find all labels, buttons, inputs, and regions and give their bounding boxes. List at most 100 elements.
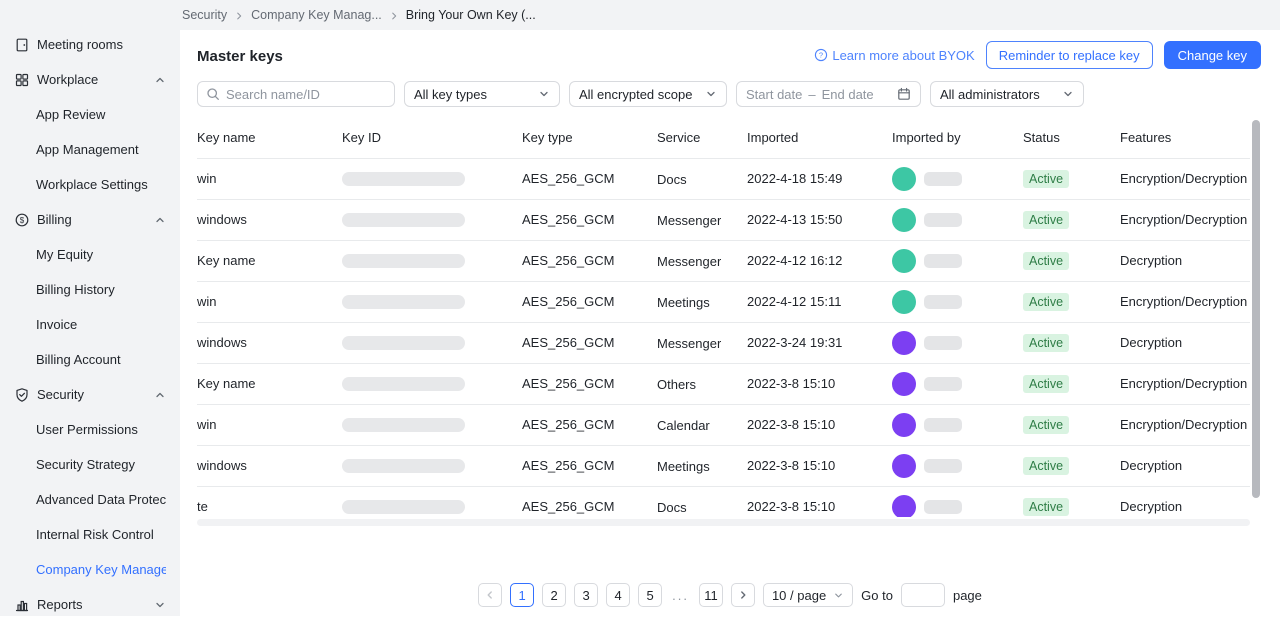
chevron-up-icon[interactable] bbox=[154, 74, 166, 86]
horizontal-scrollbar[interactable] bbox=[197, 519, 1250, 526]
page-button-2[interactable]: 2 bbox=[542, 583, 566, 607]
service-value: Calendar bbox=[657, 418, 710, 433]
table-row[interactable]: windowsAES_256_GCMMessenger2022-3-24 19:… bbox=[197, 322, 1250, 363]
key-name-value: windows bbox=[197, 212, 247, 227]
sidebar-nav: Meeting rooms Workplace App ReviewApp Mana… bbox=[0, 0, 180, 622]
avatar bbox=[892, 249, 916, 273]
billing-dollar-icon: $ bbox=[14, 212, 30, 228]
meeting-rooms-icon bbox=[14, 37, 30, 53]
breadcrumb-item-security[interactable]: Security bbox=[182, 8, 227, 22]
redacted-name-bar bbox=[924, 418, 962, 432]
date-separator: – bbox=[808, 87, 815, 102]
sidebar-item-workplace-settings[interactable]: Workplace Settings bbox=[0, 167, 180, 202]
vertical-scrollbar-thumb[interactable] bbox=[1252, 120, 1260, 498]
table-row[interactable]: Key nameAES_256_GCMOthers2022-3-8 15:10A… bbox=[197, 363, 1250, 404]
key-id-cell bbox=[342, 363, 522, 404]
key-types-select[interactable]: All key types bbox=[404, 81, 560, 107]
imported-by-cell bbox=[892, 158, 1023, 199]
features-value: Encryption/Decryption bbox=[1120, 294, 1247, 309]
status-cell: Active bbox=[1023, 199, 1120, 240]
reports-chart-icon bbox=[14, 597, 30, 613]
sidebar-item-label: Billing bbox=[37, 212, 154, 227]
chevron-down-icon bbox=[705, 88, 717, 100]
column-header-service: Service bbox=[657, 118, 747, 158]
key-type-value: AES_256_GCM bbox=[522, 499, 615, 514]
change-key-button[interactable]: Change key bbox=[1164, 41, 1261, 69]
sidebar-item-reports[interactable]: Reports bbox=[0, 587, 180, 622]
sidebar-item-security-strategy[interactable]: Security Strategy bbox=[0, 447, 180, 482]
chevron-up-icon[interactable] bbox=[154, 389, 166, 401]
service-value: Meetings bbox=[657, 295, 710, 310]
vertical-scrollbar[interactable] bbox=[1252, 118, 1260, 517]
sidebar-item-billing-account[interactable]: Billing Account bbox=[0, 342, 180, 377]
next-page-button[interactable] bbox=[731, 583, 755, 607]
table-row[interactable]: winAES_256_GCMCalendar2022-3-8 15:10Acti… bbox=[197, 404, 1250, 445]
sidebar-item-company-key-manage[interactable]: Company Key Manage... bbox=[0, 552, 180, 587]
page-button-4[interactable]: 4 bbox=[606, 583, 630, 607]
page-button-11[interactable]: 11 bbox=[699, 583, 723, 607]
status-badge: Active bbox=[1023, 457, 1069, 475]
sidebar-item-advanced-data-protecti[interactable]: Advanced Data Protecti... bbox=[0, 482, 180, 517]
breadcrumb-item-company-key-manag[interactable]: Company Key Manag... bbox=[251, 8, 382, 22]
date-range-picker[interactable]: Start date – End date bbox=[736, 81, 921, 107]
imported-value: 2022-4-13 15:50 bbox=[747, 212, 842, 227]
chevron-up-icon[interactable] bbox=[154, 214, 166, 226]
pagination-ellipsis[interactable]: ... bbox=[670, 588, 691, 603]
service-value: Docs bbox=[657, 500, 687, 515]
sidebar-item-label: Internal Risk Control bbox=[36, 527, 166, 542]
chevron-down-icon bbox=[833, 590, 844, 601]
column-header-key-type: Key type bbox=[522, 118, 657, 158]
previous-page-button[interactable] bbox=[478, 583, 502, 607]
page-button-1[interactable]: 1 bbox=[510, 583, 534, 607]
avatar bbox=[892, 413, 916, 437]
sidebar-item-user-permissions[interactable]: User Permissions bbox=[0, 412, 180, 447]
status-cell: Active bbox=[1023, 158, 1120, 199]
search-input[interactable] bbox=[226, 87, 386, 102]
sidebar-item-label: Workplace bbox=[37, 72, 154, 87]
redacted-key-id-bar bbox=[342, 295, 465, 309]
table-row[interactable]: windowsAES_256_GCMMessenger2022-4-13 15:… bbox=[197, 199, 1250, 240]
sidebar-item-label: Security bbox=[37, 387, 154, 402]
chevron-down-icon[interactable] bbox=[154, 599, 166, 611]
key-name-value: Key name bbox=[197, 253, 256, 268]
search-box[interactable] bbox=[197, 81, 395, 107]
sidebar-item-internal-risk-control[interactable]: Internal Risk Control bbox=[0, 517, 180, 552]
status-cell: Active bbox=[1023, 445, 1120, 486]
sidebar-item-meeting-rooms[interactable]: Meeting rooms bbox=[0, 27, 180, 62]
learn-more-byok-link[interactable]: ? Learn more about BYOK bbox=[814, 48, 974, 63]
main-content: Master keys ? Learn more about BYOK Remi… bbox=[180, 30, 1280, 616]
features-cell: Encryption/Decryption bbox=[1120, 281, 1250, 322]
end-date-placeholder: End date bbox=[822, 87, 874, 102]
sidebar-item-workplace[interactable]: Workplace bbox=[0, 62, 180, 97]
imported-value: 2022-3-8 15:10 bbox=[747, 458, 835, 473]
sidebar-item-invoice[interactable]: Invoice bbox=[0, 307, 180, 342]
page-button-3[interactable]: 3 bbox=[574, 583, 598, 607]
imported-cell: 2022-3-8 15:10 bbox=[747, 445, 892, 486]
table-row[interactable]: winAES_256_GCMMeetings2022-4-12 15:11Act… bbox=[197, 281, 1250, 322]
key-type-value: AES_256_GCM bbox=[522, 335, 615, 350]
encrypted-scope-select[interactable]: All encrypted scope bbox=[569, 81, 727, 107]
sidebar-item-billing-history[interactable]: Billing History bbox=[0, 272, 180, 307]
service-value: Messenger bbox=[657, 254, 721, 269]
key-name-value: Key name bbox=[197, 376, 256, 391]
column-header-features: Features bbox=[1120, 118, 1250, 158]
sidebar-item-billing[interactable]: $ Billing bbox=[0, 202, 180, 237]
page-button-5[interactable]: 5 bbox=[638, 583, 662, 607]
table-row[interactable]: teAES_256_GCMDocs2022-3-8 15:10ActiveDec… bbox=[197, 486, 1250, 517]
table-row[interactable]: winAES_256_GCMDocs2022-4-18 15:49ActiveE… bbox=[197, 158, 1250, 199]
administrators-select[interactable]: All administrators bbox=[930, 81, 1084, 107]
features-value: Decryption bbox=[1120, 499, 1182, 514]
redacted-name-bar bbox=[924, 500, 962, 514]
svg-text:?: ? bbox=[819, 51, 823, 60]
reminder-to-replace-key-button[interactable]: Reminder to replace key bbox=[986, 41, 1153, 69]
table-row[interactable]: windowsAES_256_GCMMeetings2022-3-8 15:10… bbox=[197, 445, 1250, 486]
sidebar-item-app-review[interactable]: App Review bbox=[0, 97, 180, 132]
sidebar-item-app-management[interactable]: App Management bbox=[0, 132, 180, 167]
sidebar-item-my-equity[interactable]: My Equity bbox=[0, 237, 180, 272]
key-name-cell: win bbox=[197, 404, 342, 445]
column-header-status: Status bbox=[1023, 118, 1120, 158]
goto-page-input[interactable] bbox=[901, 583, 945, 607]
sidebar-item-security[interactable]: Security bbox=[0, 377, 180, 412]
page-size-select[interactable]: 10 / page bbox=[763, 583, 853, 607]
table-row[interactable]: Key nameAES_256_GCMMessenger2022-4-12 16… bbox=[197, 240, 1250, 281]
